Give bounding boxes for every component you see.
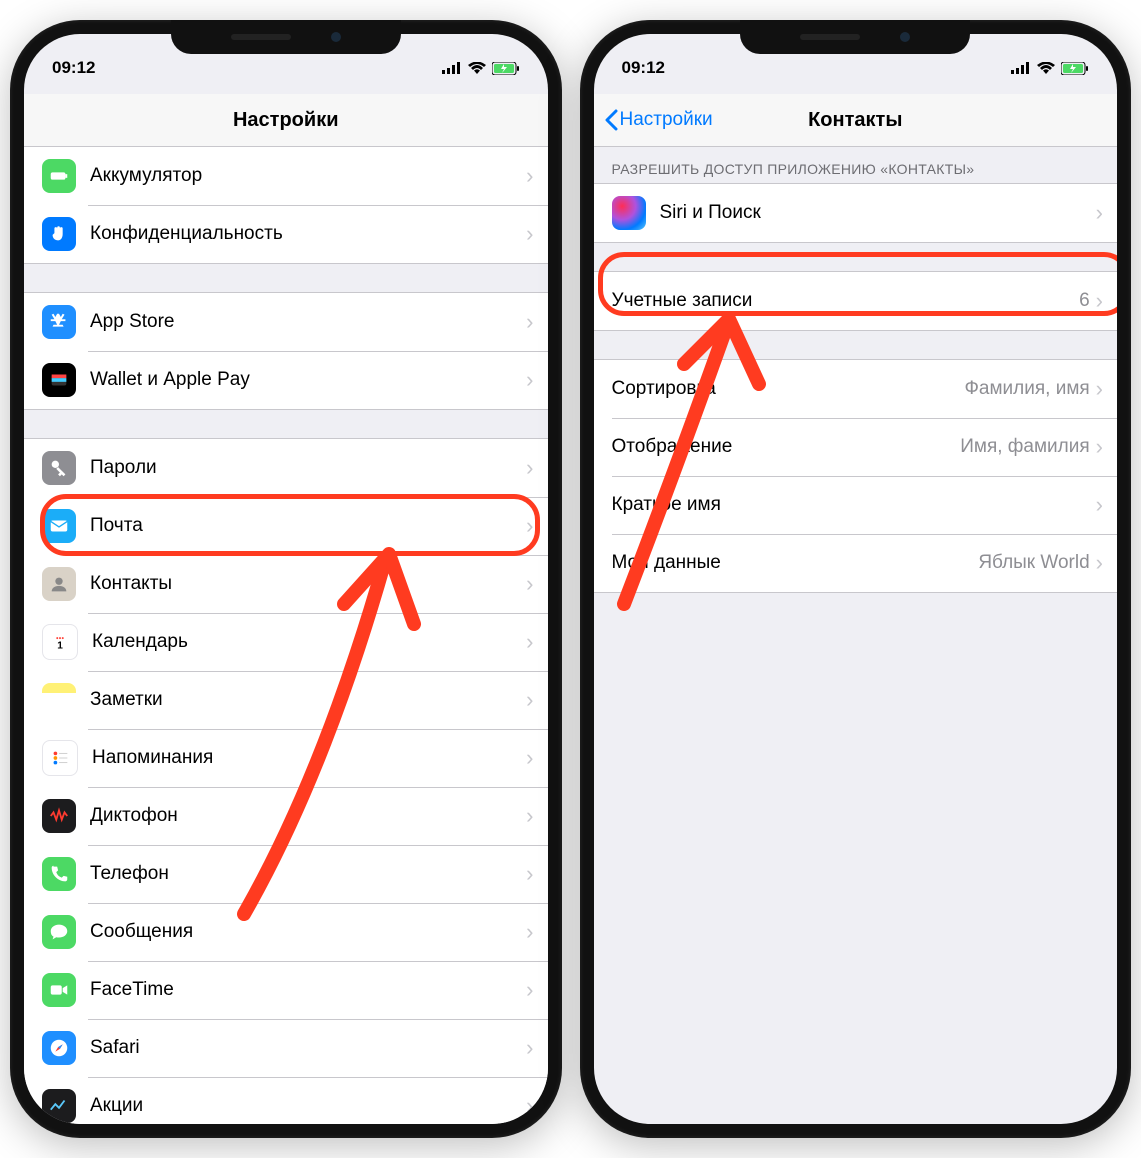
notch — [740, 20, 970, 54]
accounts-count: 6 — [1079, 290, 1090, 312]
chevron-right-icon: › — [526, 803, 533, 829]
chevron-right-icon: › — [1096, 492, 1103, 518]
chevron-right-icon: › — [526, 513, 533, 539]
wallet-icon — [42, 363, 76, 397]
key-icon — [42, 451, 76, 485]
row-notes[interactable]: Заметки › — [24, 671, 548, 729]
hand-icon — [42, 217, 76, 251]
row-appstore[interactable]: App Store › — [24, 293, 548, 351]
row-messages[interactable]: Сообщения › — [24, 903, 548, 961]
chevron-right-icon: › — [526, 571, 533, 597]
row-short-name[interactable]: Краткое имя › — [594, 476, 1118, 534]
row-safari[interactable]: Safari › — [24, 1019, 548, 1077]
status-time: 09:12 — [52, 58, 95, 78]
settings-list[interactable]: Аккумулятор › Конфиденциальность › App S… — [24, 147, 548, 1124]
chevron-right-icon: › — [526, 367, 533, 393]
row-privacy[interactable]: Конфиденциальность › — [24, 205, 548, 263]
facetime-icon — [42, 973, 76, 1007]
row-wallet[interactable]: Wallet и Apple Pay › — [24, 351, 548, 409]
chevron-right-icon: › — [526, 919, 533, 945]
reminders-icon — [42, 740, 78, 776]
row-phone[interactable]: Телефон › — [24, 845, 548, 903]
battery-charging-icon — [1061, 62, 1089, 75]
siri-icon — [612, 196, 646, 230]
chevron-right-icon: › — [526, 221, 533, 247]
chevron-right-icon: › — [526, 309, 533, 335]
mail-icon — [42, 509, 76, 543]
signal-icon — [1011, 62, 1031, 74]
chevron-right-icon: › — [526, 455, 533, 481]
chevron-right-icon: › — [526, 163, 533, 189]
signal-icon — [442, 62, 462, 74]
nav-bar: Настройки — [24, 94, 548, 147]
row-mail[interactable]: Почта › — [24, 497, 548, 555]
wifi-icon — [1037, 62, 1055, 74]
contacts-icon — [42, 567, 76, 601]
phone-icon — [42, 857, 76, 891]
stocks-icon — [42, 1089, 76, 1123]
wifi-icon — [468, 62, 486, 74]
chevron-right-icon: › — [526, 1035, 533, 1061]
messages-icon — [42, 915, 76, 949]
section-header: Разрешить доступ приложению «Контакты» — [594, 147, 1118, 183]
notes-icon — [42, 683, 76, 717]
battery-charging-icon — [492, 62, 520, 75]
back-button[interactable]: Настройки — [594, 109, 713, 131]
appstore-icon — [42, 305, 76, 339]
safari-icon — [42, 1031, 76, 1065]
row-sort-order[interactable]: Сортировка Фамилия, имя › — [594, 360, 1118, 418]
row-my-info[interactable]: Мои данные Яблык World › — [594, 534, 1118, 592]
row-passwords[interactable]: Пароли › — [24, 439, 548, 497]
chevron-right-icon: › — [526, 861, 533, 887]
row-voice-memos[interactable]: Диктофон › — [24, 787, 548, 845]
chevron-right-icon: › — [526, 687, 533, 713]
chevron-right-icon: › — [1096, 376, 1103, 402]
chevron-right-icon: › — [526, 1093, 533, 1119]
chevron-right-icon: › — [1096, 550, 1103, 576]
calendar-icon: ●●●1 — [42, 624, 78, 660]
row-stocks[interactable]: Акции › — [24, 1077, 548, 1124]
phone-frame-left: 09:12 Настройки Аккумулятор › Конфиденци… — [10, 20, 562, 1138]
chevron-right-icon: › — [526, 977, 533, 1003]
phone-frame-right: 09:12 Настройки Контакты Разрешить досту… — [580, 20, 1132, 1138]
row-display-order[interactable]: Отображение Имя, фамилия › — [594, 418, 1118, 476]
voice-memos-icon — [42, 799, 76, 833]
chevron-right-icon: › — [1096, 288, 1103, 314]
row-calendar[interactable]: ●●●1 Календарь › — [24, 613, 548, 671]
chevron-right-icon: › — [526, 629, 533, 655]
row-siri-search[interactable]: Siri и Поиск › — [594, 184, 1118, 242]
status-time: 09:12 — [622, 58, 665, 78]
row-reminders[interactable]: Напоминания › — [24, 729, 548, 787]
svg-text:●●●: ●●● — [56, 635, 65, 640]
chevron-left-icon — [604, 109, 618, 131]
chevron-right-icon: › — [526, 745, 533, 771]
chevron-right-icon: › — [1096, 200, 1103, 226]
svg-text:1: 1 — [57, 640, 63, 651]
battery-icon — [42, 159, 76, 193]
nav-title: Настройки — [24, 109, 548, 132]
row-accounts[interactable]: Учетные записи 6 › — [594, 272, 1118, 330]
row-facetime[interactable]: FaceTime › — [24, 961, 548, 1019]
row-battery[interactable]: Аккумулятор › — [24, 147, 548, 205]
row-contacts[interactable]: Контакты › — [24, 555, 548, 613]
chevron-right-icon: › — [1096, 434, 1103, 460]
contacts-settings-list[interactable]: Разрешить доступ приложению «Контакты» S… — [594, 147, 1118, 1124]
notch — [171, 20, 401, 54]
nav-bar: Настройки Контакты — [594, 94, 1118, 147]
